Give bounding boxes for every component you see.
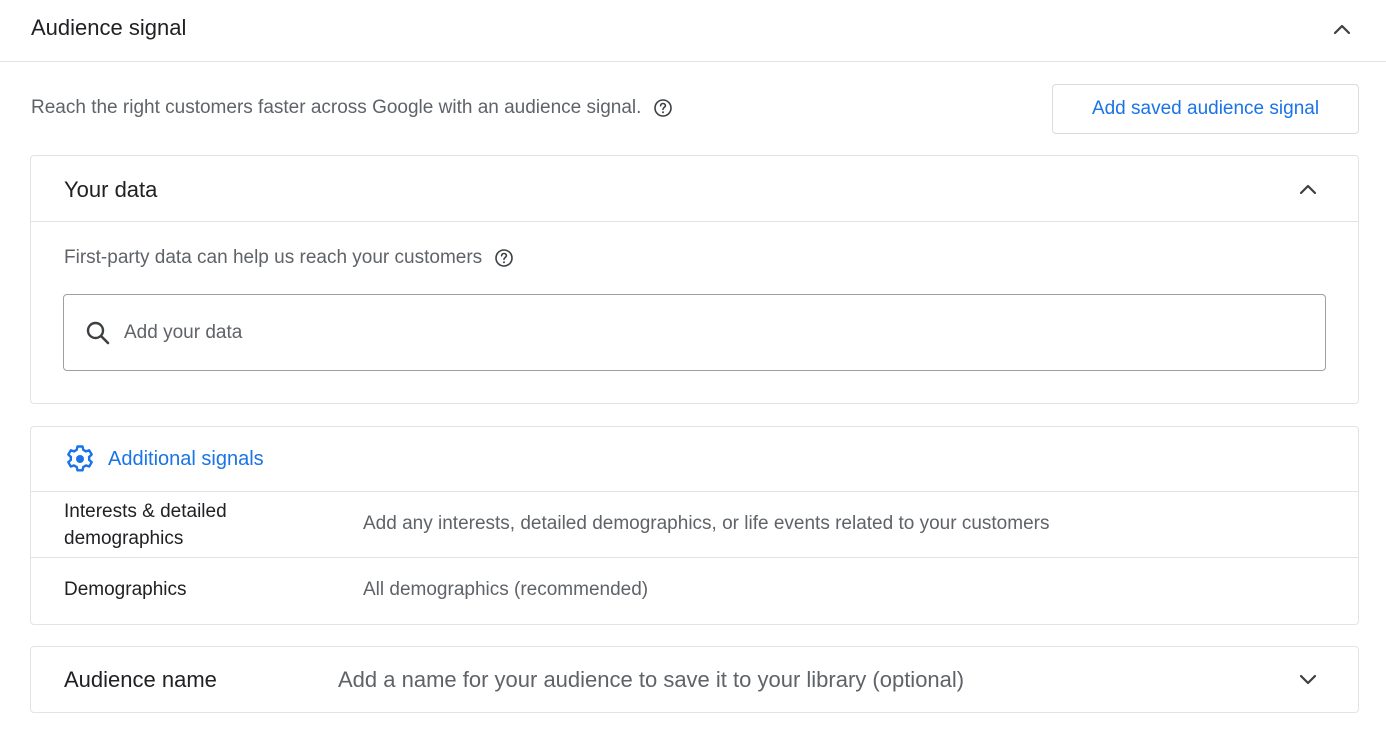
expand-audience-name-button[interactable]	[1293, 665, 1323, 695]
audience-name-label: Audience name	[64, 667, 217, 692]
gear-icon	[64, 443, 96, 475]
search-icon	[84, 319, 112, 347]
section-title: Audience signal	[31, 15, 187, 40]
row-divider	[31, 491, 1358, 492]
section-description: Reach the right customers faster across …	[31, 97, 642, 118]
your-data-title: Your data	[64, 177, 158, 202]
your-data-search-input[interactable]	[122, 320, 1226, 345]
your-data-description: First-party data can help us reach your …	[64, 247, 483, 268]
demographics-row-value[interactable]: All demographics (recommended)	[363, 578, 648, 602]
add-saved-audience-signal-button[interactable]: Add saved audience signal	[1052, 84, 1359, 134]
header-divider	[0, 61, 1386, 62]
your-data-description-row: First-party data can help us reach your …	[64, 246, 514, 270]
help-circle-icon[interactable]	[494, 248, 514, 268]
chevron-up-icon	[1299, 184, 1317, 195]
additional-signals-link[interactable]: Additional signals	[64, 443, 264, 475]
additional-signals-label: Additional signals	[108, 447, 264, 470]
your-data-search-field[interactable]	[63, 294, 1326, 371]
section-description-row: Reach the right customers faster across …	[31, 96, 673, 120]
help-circle-icon[interactable]	[653, 98, 673, 118]
interests-row-value[interactable]: Add any interests, detailed demographics…	[363, 512, 1049, 536]
audience-name-placeholder[interactable]: Add a name for your audience to save it …	[338, 666, 964, 694]
interests-row-label[interactable]: Interests & detailed demographics	[64, 498, 324, 552]
collapse-your-data-button[interactable]	[1293, 174, 1323, 204]
demographics-row-label[interactable]: Demographics	[64, 578, 187, 602]
chevron-down-icon	[1299, 674, 1317, 685]
collapse-section-button[interactable]	[1327, 14, 1357, 44]
your-data-divider	[31, 221, 1358, 222]
chevron-up-icon	[1333, 24, 1351, 35]
row-divider	[31, 557, 1358, 558]
